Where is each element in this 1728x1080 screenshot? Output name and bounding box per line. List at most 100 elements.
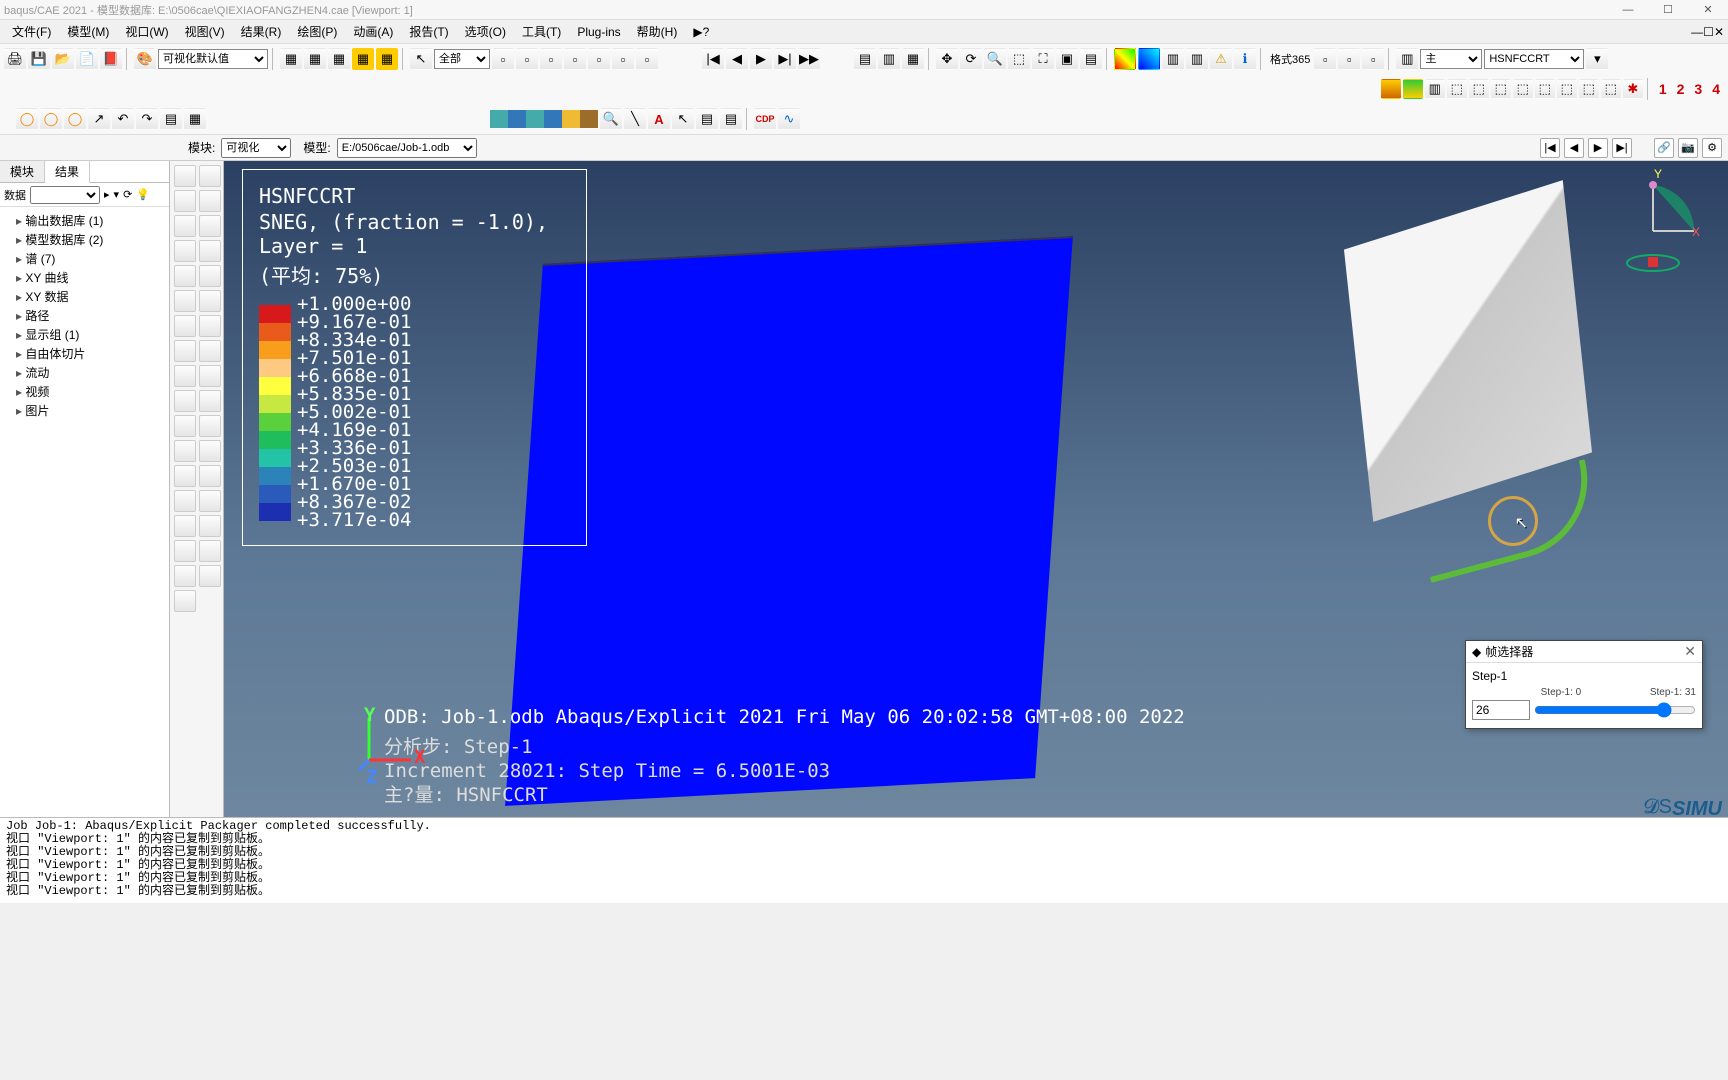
toolbox-btn[interactable] [199, 515, 221, 537]
frame-last-icon[interactable]: ▶| [1612, 138, 1632, 158]
grid2-icon[interactable]: ▥ [878, 48, 900, 70]
cube3-icon[interactable]: ▫ [540, 48, 562, 70]
viewport-3d[interactable]: ↖ HSNFCCRT SNEG, (fraction = -1.0), Laye… [224, 161, 1728, 817]
tree-item[interactable]: 路径 [2, 306, 167, 325]
link-icon[interactable]: 🔗 [1654, 138, 1674, 158]
menu-plot[interactable]: 绘图(P) [289, 21, 345, 42]
toolbox-btn[interactable] [174, 315, 196, 337]
gear-icon[interactable]: ⚙ [1702, 138, 1722, 158]
palette-icon[interactable]: 🎨 [134, 48, 156, 70]
redo-icon[interactable]: ↷ [136, 108, 158, 130]
probe-icon[interactable]: 🔍 [600, 108, 622, 130]
end-icon[interactable]: ▾ [1586, 48, 1608, 70]
toolbox-btn[interactable] [174, 390, 196, 412]
toolbox-btn[interactable] [199, 165, 221, 187]
color1-icon[interactable] [1114, 48, 1136, 70]
frame-first-icon[interactable]: |◀ [1540, 138, 1560, 158]
child-max-button[interactable]: ☐ [1703, 25, 1714, 39]
toolbox-btn[interactable] [199, 315, 221, 337]
tree-body[interactable]: 输出数据库 (1) 模型数据库 (2) 谱 (7) XY 曲线 XY 数据 路径… [0, 207, 169, 424]
rb-6-icon[interactable]: ⬚ [1491, 79, 1511, 99]
toolbox-btn[interactable] [174, 590, 196, 612]
menu-options[interactable]: 选项(O) [457, 21, 514, 42]
rb-11-icon[interactable]: ⬚ [1601, 79, 1621, 99]
toolbox-btn[interactable] [199, 365, 221, 387]
toolbox-btn[interactable] [199, 565, 221, 587]
circle1-icon[interactable]: ◯ [16, 108, 38, 130]
frame-selector-dialog[interactable]: ◆ 帧选择器 ✕ Step-1 Step-1: 0 Step-1: 31 [1465, 640, 1703, 729]
toolbox-btn[interactable] [199, 265, 221, 287]
rotate-icon[interactable]: ⟳ [960, 48, 982, 70]
fit-icon[interactable]: ⛶ [1032, 48, 1054, 70]
num-3[interactable]: 3 [1690, 81, 1706, 97]
module-combo[interactable]: 可视化 [221, 138, 291, 158]
anim-next-icon[interactable]: ▶| [774, 48, 796, 70]
text-A-icon[interactable]: A [648, 108, 670, 130]
circle2-icon[interactable]: ◯ [40, 108, 62, 130]
toolbox-btn[interactable] [174, 340, 196, 362]
rb-2-icon[interactable] [1403, 79, 1423, 99]
toolbox-btn[interactable] [174, 365, 196, 387]
toolbox-btn[interactable] [199, 390, 221, 412]
anim-play-icon[interactable]: ▶ [750, 48, 772, 70]
toolbox-btn[interactable] [174, 565, 196, 587]
symbol-combo[interactable]: 主 [1420, 49, 1482, 69]
tree-item[interactable]: 流动 [2, 363, 167, 382]
toolbox-btn[interactable] [174, 165, 196, 187]
tree-item[interactable]: 自由体切片 [2, 344, 167, 363]
zoom-icon[interactable]: 🔍 [984, 48, 1006, 70]
toolbox-btn[interactable] [174, 215, 196, 237]
tree-item[interactable]: 输出数据库 (1) [2, 211, 167, 230]
rb-8-icon[interactable]: ⬚ [1535, 79, 1555, 99]
tree-item[interactable]: 视频 [2, 382, 167, 401]
child-min-button[interactable]: — [1691, 25, 1703, 39]
pers-icon[interactable]: ▣ [1056, 48, 1078, 70]
menu-plugins[interactable]: Plug-ins [569, 23, 628, 41]
toolbox-btn[interactable] [174, 465, 196, 487]
iso1-icon[interactable]: ▦ [280, 48, 302, 70]
toolbox-btn[interactable] [174, 415, 196, 437]
tree-item[interactable]: 谱 (7) [2, 249, 167, 268]
message-area[interactable]: Job Job-1: Abaqus/Explicit Packager comp… [0, 817, 1728, 903]
tree-item[interactable]: 显示组 (1) [2, 325, 167, 344]
camera-icon[interactable]: 📷 [1678, 138, 1698, 158]
select-icon[interactable]: ↖ [410, 48, 432, 70]
frame-slider[interactable] [1534, 702, 1696, 718]
toolbox-btn[interactable] [199, 540, 221, 562]
tree-expand-icon[interactable]: ▸ [104, 188, 110, 201]
rb-10-icon[interactable]: ⬚ [1579, 79, 1599, 99]
toolbox-btn[interactable] [199, 290, 221, 312]
cube2-icon[interactable]: ▫ [516, 48, 538, 70]
toolbox-btn[interactable] [199, 490, 221, 512]
menu-help[interactable]: 帮助(H) [629, 21, 686, 42]
maximize-button[interactable]: ☐ [1648, 3, 1688, 16]
anim-first-icon[interactable]: |◀ [702, 48, 724, 70]
cdp-icon[interactable]: CDP [754, 108, 776, 130]
tree-bulb-icon[interactable]: 💡 [136, 188, 150, 201]
rb-9-icon[interactable]: ⬚ [1557, 79, 1577, 99]
toolbox-btn[interactable] [174, 240, 196, 262]
menu-tools[interactable]: 工具(T) [514, 21, 569, 42]
highlight2-icon[interactable]: ▦ [376, 48, 398, 70]
pan-icon[interactable]: ✥ [936, 48, 958, 70]
shape-strip[interactable] [490, 110, 598, 128]
tree-refresh-icon[interactable]: ⟳ [123, 188, 132, 201]
layer-icon[interactable]: ▤ [1080, 48, 1102, 70]
fieldvar-combo[interactable]: HSNFCCRT [1484, 49, 1584, 69]
warn-icon[interactable]: ⚠ [1210, 48, 1232, 70]
rb-7-icon[interactable]: ⬚ [1513, 79, 1533, 99]
render-style-combo[interactable]: 可视化默认值 [158, 49, 268, 69]
menu-results[interactable]: 结果(R) [233, 21, 290, 42]
grid1-icon[interactable]: ▤ [854, 48, 876, 70]
tree-filter-combo[interactable] [30, 186, 100, 204]
frame-next-icon[interactable]: ▶ [1588, 138, 1608, 158]
toolbox-btn[interactable] [199, 190, 221, 212]
rb-axis-icon[interactable]: ✱ [1623, 79, 1643, 99]
menu-viewport[interactable]: 视口(W) [117, 21, 176, 42]
print-icon[interactable]: 🖨 [4, 48, 26, 70]
toolbox-btn[interactable] [199, 215, 221, 237]
highlight-icon[interactable]: ▦ [352, 48, 374, 70]
anim-prev-icon[interactable]: ◀ [726, 48, 748, 70]
num-2[interactable]: 2 [1673, 81, 1689, 97]
frame-prev-icon[interactable]: ◀ [1564, 138, 1584, 158]
